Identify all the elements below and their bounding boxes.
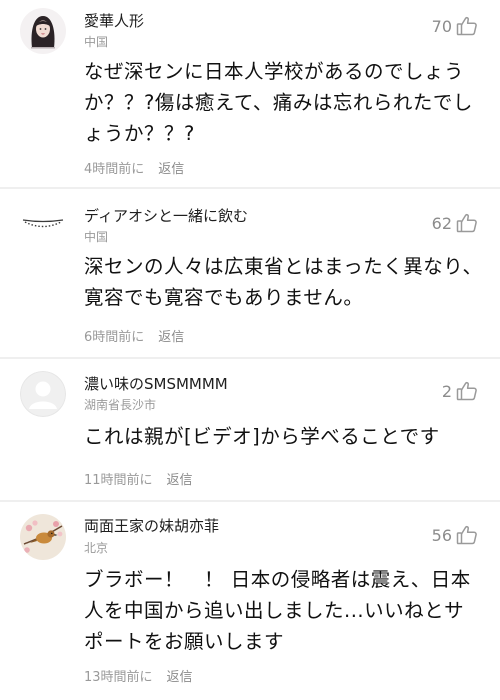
like-button[interactable]: 2 xyxy=(442,381,478,401)
user-location: 北京 xyxy=(84,541,109,555)
like-count: 2 xyxy=(441,381,452,401)
reply-button[interactable]: 返信 xyxy=(158,326,184,345)
comment-meta: 6時間前に 返信 xyxy=(84,326,184,345)
dotted-smile-avatar-icon[interactable] xyxy=(20,203,66,249)
comment-item: 濃い味のSMSMMMM 湖南省長沙市 2 これは親が[ビデオ]から学べることです… xyxy=(0,359,500,500)
comment-item: 両面王家の妹胡亦菲 北京 56 ブラボー！ ！ 日本の侵略者は震え、日本人を中国… xyxy=(0,502,500,700)
like-button[interactable]: 56 xyxy=(432,525,478,545)
comment-text: ブラボー！ ！ 日本の侵略者は震え、日本人を中国から追い出しました...いいねと… xyxy=(84,568,471,653)
comment-list: 愛華人形 中国 70 なぜ深センに日本人学校があるのでしょうか？？?傷は癒えて、… xyxy=(0,0,500,700)
timestamp: 11時間前に xyxy=(84,473,153,488)
comment-item: 愛華人形 中国 70 なぜ深センに日本人学校があるのでしょうか？？?傷は癒えて、… xyxy=(0,0,500,187)
comment-meta: 13時間前に 返信 xyxy=(84,666,193,685)
comment-item: ディアオシと一緒に飲む 中国 62 深センの人々は広東省とはまったく異なり、寛容… xyxy=(0,189,500,357)
user-location: 中国 xyxy=(84,35,109,49)
timestamp: 13時間前に xyxy=(84,670,153,685)
girl-portrait-avatar-icon[interactable] xyxy=(20,8,66,54)
user-location: 湖南省長沙市 xyxy=(84,398,157,412)
like-button[interactable]: 70 xyxy=(432,16,478,36)
default-person-avatar-icon[interactable] xyxy=(20,371,66,417)
comment-meta: 4時間前に 返信 xyxy=(84,158,184,177)
user-location: 中国 xyxy=(84,230,109,244)
username[interactable]: 愛華人形 xyxy=(84,10,144,31)
like-count: 70 xyxy=(431,16,452,36)
thumbs-up-icon[interactable] xyxy=(456,381,478,401)
bird-blossom-avatar-icon[interactable] xyxy=(20,514,66,560)
like-count: 62 xyxy=(431,213,452,233)
reply-button[interactable]: 返信 xyxy=(167,666,193,685)
username[interactable]: ディアオシと一緒に飲む xyxy=(84,205,248,226)
comment-text: 深センの人々は広東省とはまったく異なり、寛容でも寛容でもありません。 xyxy=(84,255,483,309)
comment-text: なぜ深センに日本人学校があるのでしょうか？？?傷は癒えて、痛みは忘れられたでしょ… xyxy=(84,60,473,145)
timestamp: 6時間前に xyxy=(84,330,145,345)
username[interactable]: 両面王家の妹胡亦菲 xyxy=(84,515,219,536)
thumbs-up-icon[interactable] xyxy=(456,525,478,545)
like-count: 56 xyxy=(431,525,452,545)
like-button[interactable]: 62 xyxy=(432,213,478,233)
timestamp: 4時間前に xyxy=(84,162,145,177)
thumbs-up-icon[interactable] xyxy=(456,213,478,233)
username[interactable]: 濃い味のSMSMMMM xyxy=(84,373,228,394)
reply-button[interactable]: 返信 xyxy=(167,469,193,488)
comment-meta: 11時間前に 返信 xyxy=(84,469,193,488)
reply-button[interactable]: 返信 xyxy=(158,158,184,177)
comment-text: これは親が[ビデオ]から学べることです xyxy=(84,425,440,448)
thumbs-up-icon[interactable] xyxy=(456,16,478,36)
